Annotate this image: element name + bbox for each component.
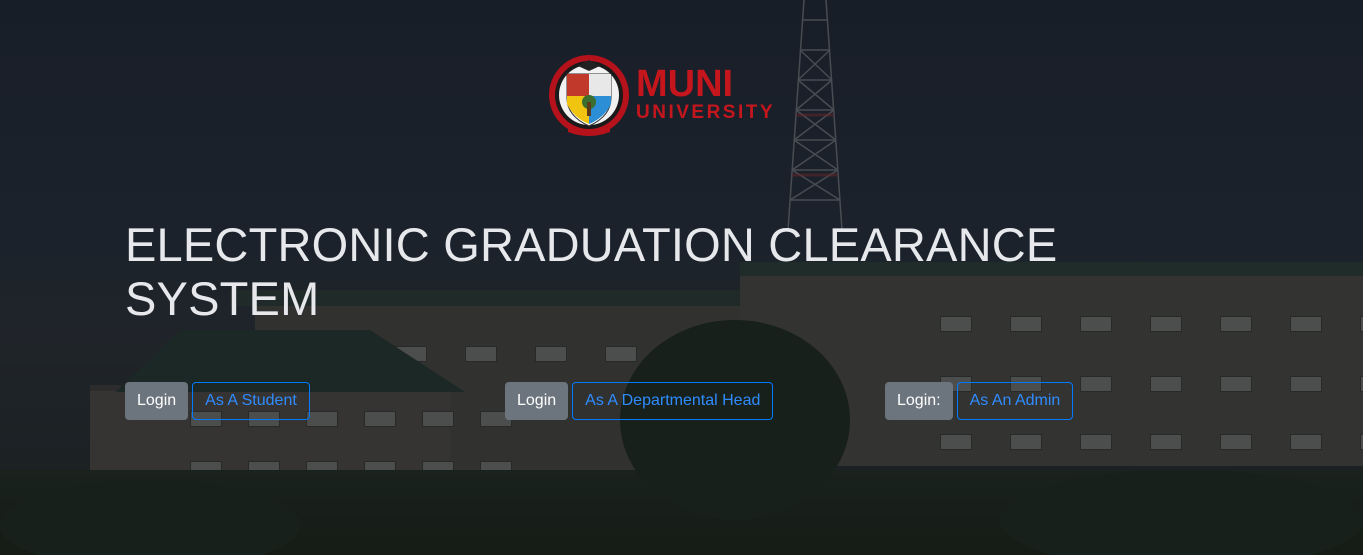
department-head-login-button[interactable]: Login <box>505 382 569 420</box>
page-title-line-1: ELECTRONIC GRADUATION CLEARANCE <box>125 218 1058 271</box>
landing-page: MUNI UNIVERSITY ELECTRONIC GRADUATION CL… <box>0 0 1363 555</box>
admin-login-button[interactable]: Login: <box>885 382 953 420</box>
department-head-login-group: Login As A Departmental Head <box>505 382 774 420</box>
student-login-group: Login As A Student <box>125 382 310 420</box>
student-login-button[interactable]: Login <box>125 382 189 420</box>
logo-university-text: UNIVERSITY <box>636 102 776 123</box>
page-title-line-2: SYSTEM <box>125 272 320 325</box>
page-title: ELECTRONIC GRADUATION CLEARANCE SYSTEM <box>125 218 1125 326</box>
logo-muni-text: MUNI <box>636 63 734 105</box>
university-seal-icon <box>549 55 629 136</box>
as-departmental-head-link[interactable]: As A Departmental Head <box>572 382 774 420</box>
university-logo[interactable]: MUNI UNIVERSITY <box>548 50 803 140</box>
admin-login-group: Login: As An Admin <box>885 382 1074 420</box>
logo-wordmark: MUNI UNIVERSITY <box>636 63 776 124</box>
as-admin-link[interactable]: As An Admin <box>956 382 1074 420</box>
as-student-link[interactable]: As A Student <box>192 382 310 420</box>
